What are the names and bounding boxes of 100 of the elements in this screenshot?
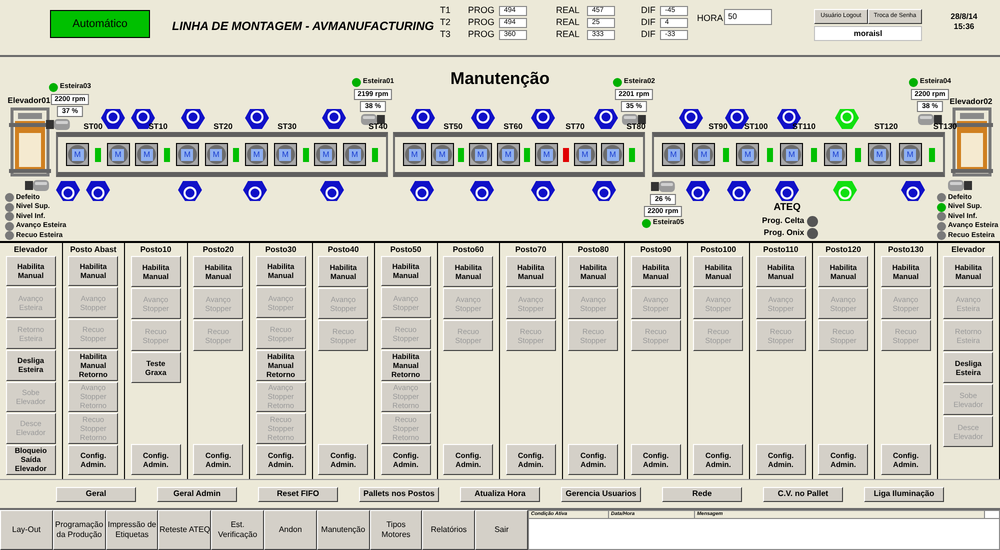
- turn-label: T1: [440, 4, 452, 17]
- nav-button[interactable]: Impressão de Etiquetas: [106, 510, 158, 550]
- nav-button[interactable]: Tipos Motores: [370, 510, 422, 550]
- pallet-label: M: [181, 148, 194, 160]
- pallet-label: M: [698, 148, 710, 160]
- nav-button[interactable]: Programação da Produção: [52, 510, 106, 550]
- pallet-label: M: [540, 148, 553, 160]
- function-button[interactable]: Rede: [662, 486, 742, 502]
- station-label: ST100: [744, 121, 768, 133]
- station-label: ST00: [83, 121, 103, 133]
- motor-icon: [46, 118, 70, 130]
- motor-icon: [25, 179, 49, 192]
- pallet-label: M: [904, 148, 916, 160]
- ateq-title: ATEQ: [774, 201, 801, 215]
- field-label: REAL: [556, 4, 581, 17]
- field-label: PROG: [468, 28, 496, 41]
- motor-icon: [948, 179, 972, 192]
- pallet-label: M: [874, 148, 886, 160]
- pallet-label: M: [579, 148, 591, 160]
- column-title: Posto30: [265, 244, 296, 256]
- hora-label: HORA: [697, 12, 724, 25]
- nav-button[interactable]: Reteste ATEQ: [158, 510, 212, 550]
- station-label: ST50: [443, 121, 463, 133]
- user-field: moraisl: [814, 26, 922, 41]
- column-title: Posto40: [328, 244, 359, 256]
- station-label: ST20: [213, 121, 233, 133]
- motor-icon: [651, 180, 675, 193]
- function-button[interactable]: C.V. no Pallet: [763, 486, 843, 502]
- station-label: ST10: [148, 121, 168, 133]
- nav-button[interactable]: Andon: [264, 510, 317, 550]
- column-title: Posto Abast: [70, 244, 116, 256]
- pallet-label: M: [320, 148, 332, 160]
- column-title: Posto50: [390, 244, 422, 256]
- app-title: LINHA DE MONTAGEM - AVMANUFACTURING: [172, 18, 435, 35]
- nav-button[interactable]: Lay-Out: [0, 510, 53, 550]
- column-title: Elevador: [951, 244, 986, 256]
- column-title: Posto60: [452, 244, 484, 256]
- pallet-label: M: [279, 148, 292, 160]
- function-button[interactable]: Reset FIFO: [258, 486, 338, 502]
- date-text: 28/8/14: [950, 12, 978, 22]
- field-label: PROG: [468, 4, 496, 17]
- function-button[interactable]: Pallets nos Postos: [359, 486, 439, 502]
- column-title: Posto120: [825, 244, 862, 256]
- time-text: 15:36: [954, 22, 974, 32]
- station-label: ST40: [368, 121, 388, 133]
- pallet-label: M: [72, 148, 84, 160]
- pallet-label: M: [830, 148, 842, 160]
- diagram-title: Manutenção: [450, 68, 550, 90]
- function-button[interactable]: Geral Admin: [157, 486, 237, 502]
- nav-button[interactable]: Manutenção: [316, 510, 370, 550]
- column-title: Posto10: [140, 244, 172, 256]
- column-title: Posto70: [515, 244, 546, 256]
- function-button[interactable]: Gerencia Usuarios: [561, 486, 641, 502]
- pallet-label: M: [474, 148, 487, 160]
- column-title: Posto100: [700, 244, 736, 256]
- turn-label: T3: [440, 28, 452, 41]
- column-title: Posto20: [202, 244, 234, 256]
- pallet-label: M: [502, 148, 514, 160]
- elevator-label: Elevador01: [8, 95, 50, 107]
- field-label: REAL: [556, 28, 581, 41]
- field-label: DIF: [641, 4, 656, 17]
- pallet-label: M: [606, 148, 619, 160]
- field-label: REAL: [556, 16, 581, 29]
- nav-button[interactable]: Est. Verificação: [211, 510, 264, 550]
- station-label: ST70: [565, 121, 585, 133]
- column-title: Posto80: [578, 244, 609, 256]
- station-label: ST30: [277, 121, 297, 133]
- pallet-label: M: [668, 148, 680, 160]
- pallet-label: M: [210, 148, 222, 160]
- field-label: DIF: [641, 28, 656, 41]
- program-label: Prog. Onix: [764, 227, 804, 239]
- mode-button[interactable]: Automático: [50, 10, 150, 38]
- function-button[interactable]: Atualiza Hora: [460, 486, 540, 502]
- pallet-label: M: [786, 148, 798, 160]
- station-label: ST80: [626, 121, 646, 133]
- column-title: Elevador: [14, 244, 48, 256]
- field-label: DIF: [641, 16, 656, 29]
- pallet-label: M: [742, 148, 754, 160]
- turn-label: T2: [440, 16, 452, 29]
- field-label: PROG: [468, 16, 496, 29]
- pallet-label: M: [408, 148, 420, 160]
- nav-button[interactable]: Sair: [475, 510, 528, 550]
- elevator-drawing: [8, 107, 52, 177]
- station-label: ST60: [503, 121, 523, 133]
- hora-field[interactable]: 50: [724, 9, 772, 25]
- pallet-label: M: [348, 148, 361, 160]
- pallet-label: M: [436, 148, 448, 160]
- pallet-label: M: [140, 148, 153, 160]
- pallet-label: M: [112, 148, 124, 160]
- elevator-label: Elevador02: [950, 96, 992, 108]
- station-label: ST130: [933, 121, 957, 133]
- station-label: ST90: [708, 121, 728, 133]
- function-button[interactable]: Geral: [56, 486, 136, 502]
- column-title: Posto90: [640, 244, 672, 256]
- nav-button[interactable]: Relatórios: [422, 510, 476, 550]
- function-button[interactable]: Liga Iluminação: [864, 486, 944, 502]
- column-title: Posto130: [888, 244, 924, 256]
- station-label: ST120: [874, 121, 898, 133]
- program-label: Prog. Celta: [762, 215, 804, 227]
- column-title: Posto110: [763, 244, 798, 256]
